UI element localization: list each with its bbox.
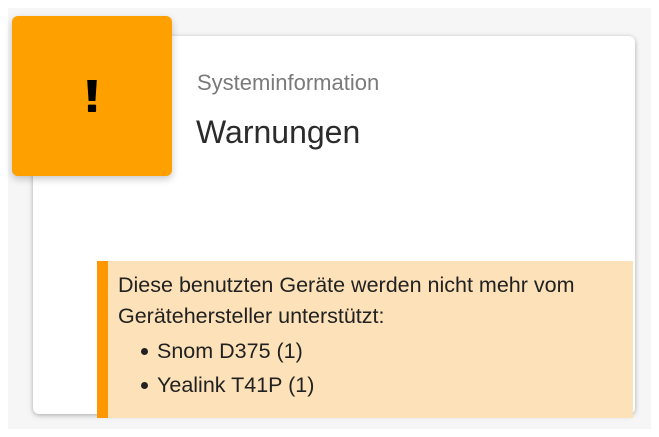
notice-message: Diese benutzten Geräte werden nicht mehr…	[118, 273, 575, 328]
warning-notice: Diese benutzten Geräte werden nicht mehr…	[97, 261, 633, 418]
bullet-icon	[141, 382, 148, 389]
device-label: Snom D375 (1)	[157, 339, 303, 363]
list-item: Yealink T41P (1)	[118, 368, 623, 402]
bullet-icon	[141, 348, 148, 355]
card-subtitle: Systeminformation	[197, 70, 380, 95]
warning-icon-tile	[12, 16, 172, 176]
warning-exclamation-icon	[87, 80, 97, 112]
unsupported-device-list: Snom D375 (1) Yealink T41P (1)	[118, 334, 623, 402]
list-item: Snom D375 (1)	[118, 334, 623, 368]
card-title: Warnungen	[196, 114, 361, 150]
device-label: Yealink T41P (1)	[157, 373, 315, 397]
